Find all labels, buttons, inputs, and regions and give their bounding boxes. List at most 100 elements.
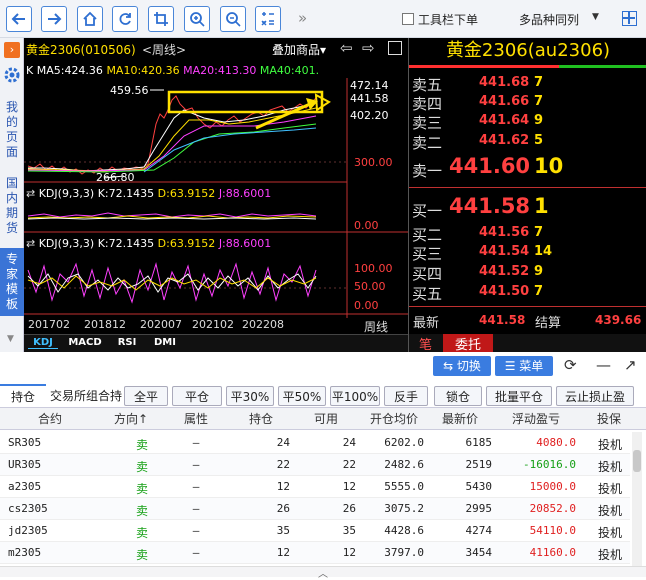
cell-hedge: 投机 (598, 548, 623, 562)
cell-direction: 卖 (135, 460, 148, 474)
date-axis-tick: 201812 (84, 318, 126, 331)
ask-row[interactable]: 卖二 441.62 5 (409, 132, 646, 152)
collapse-down-icon[interactable]: ▼ (7, 334, 14, 344)
cell-contract: UR305 (8, 458, 42, 471)
ask-row-best[interactable]: 卖一 441.60 10 (409, 154, 646, 182)
sidebar-item-expert-template[interactable]: 专家模板 (0, 248, 24, 316)
cloud-stop-button[interactable]: 云止损止盈 (556, 386, 634, 406)
kdj1-axis-zero: 0.00 (354, 219, 379, 232)
chevron-up-icon[interactable]: ︿ (318, 565, 328, 580)
zoom-out-icon[interactable] (220, 6, 246, 32)
cell-direction: 卖 (135, 548, 148, 562)
cell-direction: 卖 (135, 526, 148, 540)
ask-row[interactable]: 卖四 441.66 7 (409, 93, 646, 113)
close-all-button[interactable]: 全平 (124, 386, 168, 406)
ask-row[interactable]: 卖五 441.68 7 (409, 74, 646, 94)
ask-row[interactable]: 卖三 441.64 9 (409, 112, 646, 132)
kdj2-label: KDJ(9,3,3) (38, 237, 95, 250)
kdj1-k: K:72.1435 (97, 187, 155, 200)
bid-volume: 7 (534, 284, 544, 299)
toolbar-dock-checkbox[interactable] (402, 13, 414, 25)
bid-row[interactable]: 买二 441.56 7 (409, 224, 646, 244)
tab-tick[interactable]: 笔 (419, 334, 432, 353)
scrollbar-thumb[interactable] (633, 450, 641, 472)
close-50-button[interactable]: 平50% (278, 386, 326, 406)
bid-label: 买一 (412, 202, 443, 220)
tab-macd[interactable]: MACD (68, 337, 102, 348)
bid-price-best: 441.58 (449, 194, 531, 218)
col-position[interactable]: 持仓 (249, 410, 273, 427)
chevron-down-icon[interactable]: ▼ (592, 12, 599, 22)
sidebar-item-my-page[interactable]: 我的页面 (2, 100, 22, 160)
tab-dmi[interactable]: DMI (150, 337, 180, 348)
cell-contract: a2305 (8, 480, 42, 493)
zoom-in-icon[interactable] (184, 6, 210, 32)
cell-position: 35 (276, 524, 290, 537)
kdj2-header: ⇄ KDJ(9,3,3) K:72.1435 D:63.9152 J:88.60… (26, 237, 271, 250)
cell-last-price: 2995 (465, 502, 493, 515)
col-attribute[interactable]: 属性 (184, 410, 208, 427)
more-icon[interactable]: » (298, 9, 307, 27)
tab-exchange-combo[interactable]: 交易所组合持 (50, 386, 128, 408)
col-direction[interactable]: 方向↑ (114, 410, 148, 427)
bid-row[interactable]: 买五 441.50 7 (409, 283, 646, 303)
home-icon[interactable] (77, 6, 103, 32)
multi-symbol-dropdown[interactable]: 多品种同列 (519, 11, 579, 28)
ask-price: 441.68 (479, 75, 530, 90)
bid-row[interactable]: 买三 441.54 14 (409, 243, 646, 263)
bid-row-best[interactable]: 买一 441.58 1 (409, 194, 646, 222)
quote-tabbar: 笔 委托 (409, 334, 646, 353)
cell-attribute: — (192, 524, 200, 537)
tab-rsi[interactable]: RSI (112, 337, 142, 348)
col-contract[interactable]: 合约 (38, 410, 62, 427)
layout-grid-icon[interactable] (622, 11, 637, 26)
back-arrow-icon[interactable] (6, 6, 32, 32)
cell-floating-pnl: 41160.0 (529, 546, 576, 559)
col-hedge[interactable]: 投保 (597, 410, 621, 427)
period-label[interactable]: 周线 (364, 318, 388, 335)
close-position-button[interactable]: 平仓 (172, 386, 222, 406)
col-available[interactable]: 可用 (314, 410, 338, 427)
kdj2-k: K:72.1435 (97, 237, 155, 250)
refresh-icon[interactable] (112, 6, 138, 32)
col-last-price[interactable]: 最新价 (442, 410, 478, 427)
lock-button[interactable]: 锁仓 (434, 386, 482, 406)
low-price-label: 266.80 (96, 171, 135, 184)
kdj2-d: D:63.9152 (157, 237, 216, 250)
menu-button[interactable]: ☰ 菜单 (495, 356, 553, 376)
vertical-scrollbar[interactable] (632, 432, 642, 568)
settings-gear-icon[interactable] (3, 66, 21, 84)
bid-row[interactable]: 买四 441.52 9 (409, 263, 646, 283)
crop-icon[interactable] (148, 6, 174, 32)
kdj-swap-icon[interactable]: ⇄ (26, 187, 35, 200)
minimize-icon[interactable]: — (596, 356, 611, 374)
chart-panel[interactable]: 黄金2306(010506) <周线> 叠加商品▾ ⇦ ⇨ K MA5:424.… (24, 38, 408, 352)
book-divider (409, 187, 646, 188)
last-price: 441.58 (479, 313, 526, 327)
cell-contract: m2305 (8, 546, 42, 559)
tab-orders[interactable]: 委托 (443, 334, 493, 353)
forward-arrow-icon[interactable] (41, 6, 67, 32)
switch-button[interactable]: ⇆ 切换 (433, 356, 491, 376)
tab-kdj[interactable]: KDJ (28, 337, 58, 349)
close-100-button[interactable]: 平100% (330, 386, 380, 406)
refresh-icon[interactable]: ⟳ (564, 356, 577, 374)
cell-open-price: 2482.6 (384, 458, 424, 471)
bid-volume: 7 (534, 225, 544, 240)
col-floating-pnl[interactable]: 浮动盈亏 (512, 410, 560, 427)
calculator-icon[interactable] (255, 6, 281, 32)
cell-hedge: 投机 (598, 482, 623, 496)
ask-label: 卖四 (412, 95, 443, 113)
bid-label: 买四 (412, 265, 443, 283)
sidebar-item-domestic-futures[interactable]: 国内期货 (2, 176, 22, 236)
tab-positions[interactable]: 持仓 (0, 384, 46, 408)
cell-available: 22 (342, 458, 356, 471)
collapse-icon[interactable]: › (4, 42, 20, 58)
batch-close-button[interactable]: 批量平仓 (486, 386, 552, 406)
expand-icon[interactable]: ↗ (624, 356, 637, 374)
kdj-swap-icon[interactable]: ⇄ (26, 237, 35, 250)
bid-volume-best: 1 (534, 194, 549, 218)
reverse-button[interactable]: 反手 (384, 386, 428, 406)
close-30-button[interactable]: 平30% (226, 386, 274, 406)
col-open-price[interactable]: 开仓均价 (370, 410, 418, 427)
